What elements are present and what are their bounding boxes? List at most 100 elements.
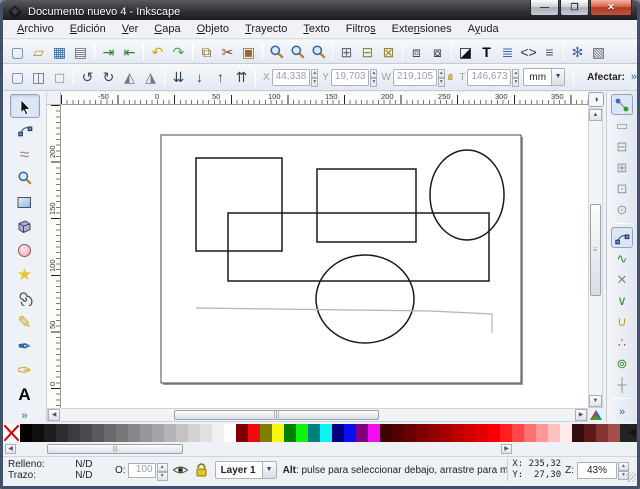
palette-swatch[interactable]: [416, 424, 428, 442]
width-field-spinner[interactable]: ▲▼: [438, 69, 445, 86]
menu-ver[interactable]: Ver: [114, 21, 147, 37]
flip-vertical-button[interactable]: ◮: [140, 67, 161, 87]
toolbar-overflow-icon[interactable]: »: [631, 71, 637, 83]
menu-trayecto[interactable]: Trayecto: [237, 21, 295, 37]
palette-swatch[interactable]: [404, 424, 416, 442]
palette-swatch[interactable]: [248, 424, 260, 442]
palette-swatch[interactable]: [560, 424, 572, 442]
zoom-selection-button[interactable]: [266, 42, 287, 62]
toolbox-overflow-icon[interactable]: »: [21, 410, 27, 422]
vscroll-thumb[interactable]: ≡: [590, 204, 601, 296]
minimize-button[interactable]: —: [530, 0, 559, 16]
snap-paths-button[interactable]: ∿: [611, 248, 633, 269]
scroll-down-icon[interactable]: ▼: [589, 395, 602, 407]
opacity-spinner[interactable]: ▲▼: [157, 463, 168, 478]
layer-dropdown[interactable]: Layer 1 ▼: [215, 461, 277, 479]
palette-swatch[interactable]: [524, 424, 536, 442]
menu-capa[interactable]: Capa: [146, 21, 188, 37]
lower-button[interactable]: ↓: [189, 67, 210, 87]
preferences-button[interactable]: ✻: [567, 42, 588, 62]
palette-swatch[interactable]: [512, 424, 524, 442]
ellipse-tool[interactable]: [10, 238, 40, 262]
palette-swatch[interactable]: [260, 424, 272, 442]
vertical-ruler[interactable]: 200150100500: [47, 105, 61, 408]
palette-swatch[interactable]: [128, 424, 140, 442]
palette-swatch[interactable]: [236, 424, 248, 442]
raise-to-top-button[interactable]: ⇈: [231, 67, 252, 87]
palette-swatch[interactable]: [224, 424, 236, 442]
palette-swatch[interactable]: [272, 424, 284, 442]
color-wheel-icon[interactable]: [589, 409, 603, 422]
palette-swatch[interactable]: [152, 424, 164, 442]
x-field-spinner[interactable]: ▲▼: [311, 69, 318, 86]
scroll-right-icon[interactable]: ▶: [575, 409, 587, 421]
height-field-spinner[interactable]: ▲▼: [512, 69, 519, 86]
palette-swatch[interactable]: [32, 424, 44, 442]
import-button[interactable]: ⇥: [98, 42, 119, 62]
snap-bbox-midpoints-button[interactable]: ⊡: [611, 178, 633, 199]
canvas[interactable]: [61, 105, 588, 408]
palette-swatch[interactable]: [368, 424, 380, 442]
palette-swatch[interactable]: [56, 424, 68, 442]
copy-button[interactable]: ⧉: [196, 42, 217, 62]
palette-swatch-none[interactable]: [3, 424, 20, 442]
palette-scroll-right-icon[interactable]: ▶: [501, 444, 512, 454]
palette-swatch[interactable]: [476, 424, 488, 442]
hscroll-thumb[interactable]: |||: [174, 410, 379, 420]
snap-enable-button[interactable]: [611, 94, 633, 115]
snap-cusp-nodes-button[interactable]: ∨: [611, 290, 633, 311]
palette-swatch[interactable]: [344, 424, 356, 442]
horizontal-scrollbar[interactable]: ◀ ||| ▶: [47, 408, 588, 422]
duplicate-button[interactable]: ⊞: [336, 42, 357, 62]
clone-button[interactable]: ⊟: [357, 42, 378, 62]
redo-button[interactable]: ↷: [168, 42, 189, 62]
text-dialog-button[interactable]: T: [476, 42, 497, 62]
palette-swatch[interactable]: [440, 424, 452, 442]
palette-swatch[interactable]: [92, 424, 104, 442]
palette-swatch[interactable]: [284, 424, 296, 442]
snap-grid-button[interactable]: ┼: [611, 374, 633, 395]
text-tool[interactable]: A: [10, 382, 40, 406]
snap-bbox-corners-button[interactable]: ⊞: [611, 157, 633, 178]
palette-swatch[interactable]: [380, 424, 392, 442]
layer-visibility-icon[interactable]: [172, 462, 189, 478]
palette-scroll-left-icon[interactable]: ◀: [5, 444, 16, 454]
palette-swatch[interactable]: [452, 424, 464, 442]
zoom-field[interactable]: 43%: [577, 462, 617, 479]
palette-swatch[interactable]: [536, 424, 548, 442]
snap-bbox-centers-button[interactable]: ⊙: [611, 199, 633, 220]
document-properties-button[interactable]: ▧: [588, 42, 609, 62]
deselect-button[interactable]: ◻: [49, 67, 70, 87]
palette-swatch[interactable]: [332, 424, 344, 442]
menu-archivo[interactable]: Archivo: [9, 21, 62, 37]
menu-extensiones[interactable]: Extensiones: [384, 21, 460, 37]
palette-swatch[interactable]: [116, 424, 128, 442]
menu-objeto[interactable]: Objeto: [189, 21, 237, 37]
fill-stroke-indicator[interactable]: Relleno: N/D Trazo: N/D: [3, 459, 113, 481]
opacity-field[interactable]: 100: [128, 463, 156, 478]
y-field[interactable]: 19,703: [331, 69, 370, 86]
unit-dropdown[interactable]: mm ▼: [523, 68, 565, 86]
palette-arrow-icon[interactable]: ◀: [628, 427, 635, 438]
calligraphy-tool[interactable]: ✑: [10, 358, 40, 382]
palette-swatch[interactable]: [572, 424, 584, 442]
align-dialog-button[interactable]: ≡: [539, 42, 560, 62]
star-tool[interactable]: ★: [10, 262, 40, 286]
palette-swatch[interactable]: [428, 424, 440, 442]
node-tool[interactable]: [10, 118, 40, 142]
palette-swatch[interactable]: [392, 424, 404, 442]
raise-button[interactable]: ↑: [210, 67, 231, 87]
palette-swatch[interactable]: [308, 424, 320, 442]
unlink-clone-button[interactable]: ⊠: [378, 42, 399, 62]
cms-toggle-icon[interactable]: ◑: [588, 92, 604, 107]
scroll-left-icon[interactable]: ◀: [48, 409, 60, 421]
palette-swatch[interactable]: [596, 424, 608, 442]
save-document-button[interactable]: ▦: [49, 42, 70, 62]
lock-ratio-icon[interactable]: [447, 69, 454, 85]
palette-swatch[interactable]: [20, 424, 32, 442]
zoom-tool[interactable]: [10, 166, 40, 190]
rotate-cw-button[interactable]: ↻: [98, 67, 119, 87]
pen-tool[interactable]: ✒: [10, 334, 40, 358]
pencil-tool[interactable]: ✎: [10, 310, 40, 334]
select-all-button[interactable]: ▢: [7, 67, 28, 87]
